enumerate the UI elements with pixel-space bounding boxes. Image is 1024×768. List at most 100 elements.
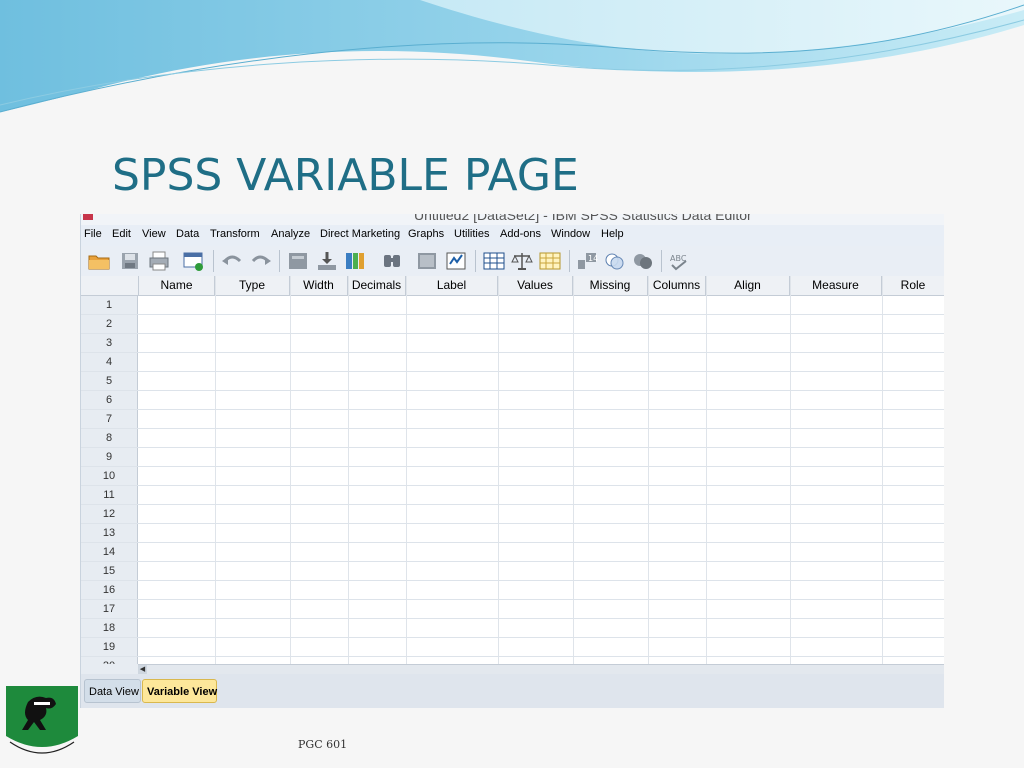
menu-window[interactable]: Window [551,228,590,240]
table-row[interactable]: 8 [81,429,944,448]
menu-graphs[interactable]: Graphs [408,228,444,240]
undo-icon[interactable] [220,250,244,272]
header-wave-decoration [0,0,1024,113]
slide-title: SPSS VARIABLE PAGE [112,150,579,201]
column-header-missing[interactable]: Missing [573,276,648,295]
menu-analyze[interactable]: Analyze [271,228,310,240]
table-row[interactable]: 3 [81,334,944,353]
menu-file[interactable]: File [84,228,102,240]
row-number[interactable]: 13 [81,524,138,542]
row-number[interactable]: 4 [81,353,138,371]
row-number[interactable]: 8 [81,429,138,447]
print-icon[interactable] [147,250,171,272]
column-header-values[interactable]: Values [498,276,573,295]
window-titlebar: Untitled2 [DataSet2] - IBM SPSS Statisti… [81,214,944,225]
column-header-type[interactable]: Type [215,276,290,295]
menu-view[interactable]: View [142,228,166,240]
redo-icon[interactable] [249,250,273,272]
select-cases-icon[interactable] [538,250,562,272]
row-number[interactable]: 12 [81,505,138,523]
row-number[interactable]: 17 [81,600,138,618]
goto-variable-icon[interactable] [315,250,339,272]
insert-cases-icon[interactable] [415,250,439,272]
column-header-role[interactable]: Role [882,276,944,295]
value-labels-icon[interactable]: 14 [575,250,599,272]
variable-grid-rows: 1 2 3 4 5 6 7 8 9 10 11 12 13 14 15 16 1… [81,296,944,664]
table-row[interactable]: 1 [81,296,944,315]
table-row[interactable]: 7 [81,410,944,429]
svg-text:14: 14 [588,254,598,263]
menu-add-ons[interactable]: Add-ons [500,228,541,240]
weight-cases-icon[interactable] [510,250,534,272]
table-row[interactable]: 10 [81,467,944,486]
row-number[interactable]: 14 [81,543,138,561]
column-header-align[interactable]: Align [706,276,790,295]
open-folder-icon[interactable] [87,250,111,272]
table-row[interactable]: 14 [81,543,944,562]
menu-utilities[interactable]: Utilities [454,228,489,240]
split-file-icon[interactable] [482,250,506,272]
save-icon[interactable] [118,250,142,272]
menu-help[interactable]: Help [601,228,624,240]
row-number[interactable]: 20 [81,657,138,664]
column-header-measure[interactable]: Measure [790,276,882,295]
toolbar-separator [279,250,280,272]
row-number[interactable]: 6 [81,391,138,409]
tab-data-view[interactable]: Data View [84,679,141,703]
table-row[interactable]: 12 [81,505,944,524]
recall-dialog-icon[interactable] [181,250,205,272]
column-header-columns[interactable]: Columns [648,276,706,295]
row-number[interactable]: 16 [81,581,138,599]
menu-edit[interactable]: Edit [112,228,131,240]
spss-app-icon [83,214,93,220]
table-row[interactable]: 20 [81,657,944,664]
row-number[interactable]: 18 [81,619,138,637]
table-row[interactable]: 2 [81,315,944,334]
table-row[interactable]: 6 [81,391,944,410]
toolbar: 14 ABC [81,246,944,277]
variables-icon[interactable] [343,250,367,272]
row-number[interactable]: 7 [81,410,138,428]
window-title: Untitled2 [DataSet2] - IBM SPSS Statisti… [414,214,752,223]
row-number[interactable]: 11 [81,486,138,504]
use-variable-sets-icon[interactable] [602,250,626,272]
spss-data-editor-window: Untitled2 [DataSet2] - IBM SPSS Statisti… [80,214,944,708]
column-header-decimals[interactable]: Decimals [348,276,406,295]
menu-direct-marketing[interactable]: Direct Marketing [320,228,400,240]
row-number[interactable]: 2 [81,315,138,333]
row-number[interactable]: 15 [81,562,138,580]
table-row[interactable]: 15 [81,562,944,581]
column-header-width[interactable]: Width [290,276,348,295]
table-row[interactable]: 17 [81,600,944,619]
column-header-label[interactable]: Label [406,276,498,295]
goto-case-icon[interactable] [286,250,310,272]
table-row[interactable]: 9 [81,448,944,467]
row-number[interactable]: 10 [81,467,138,485]
table-row[interactable]: 11 [81,486,944,505]
show-all-variables-icon[interactable] [631,250,655,272]
row-number[interactable]: 1 [81,296,138,314]
menu-data[interactable]: Data [176,228,199,240]
toolbar-separator [213,250,214,272]
row-header-corner [81,276,139,295]
table-row[interactable]: 18 [81,619,944,638]
scrollbar-corner [81,664,138,674]
row-number[interactable]: 3 [81,334,138,352]
tab-variable-view[interactable]: Variable View [142,679,217,703]
find-icon[interactable] [380,250,404,272]
toolbar-separator [569,250,570,272]
table-row[interactable]: 4 [81,353,944,372]
variable-grid-header: Name Type Width Decimals Label Values Mi… [81,276,944,296]
spell-check-icon[interactable]: ABC [667,250,691,272]
row-number[interactable]: 5 [81,372,138,390]
table-row[interactable]: 5 [81,372,944,391]
row-number[interactable]: 19 [81,638,138,656]
table-row[interactable]: 16 [81,581,944,600]
table-row[interactable]: 19 [81,638,944,657]
university-logo [6,686,78,754]
column-header-name[interactable]: Name [139,276,215,295]
menu-transform[interactable]: Transform [210,228,260,240]
row-number[interactable]: 9 [81,448,138,466]
table-row[interactable]: 13 [81,524,944,543]
insert-variable-icon[interactable] [444,250,468,272]
